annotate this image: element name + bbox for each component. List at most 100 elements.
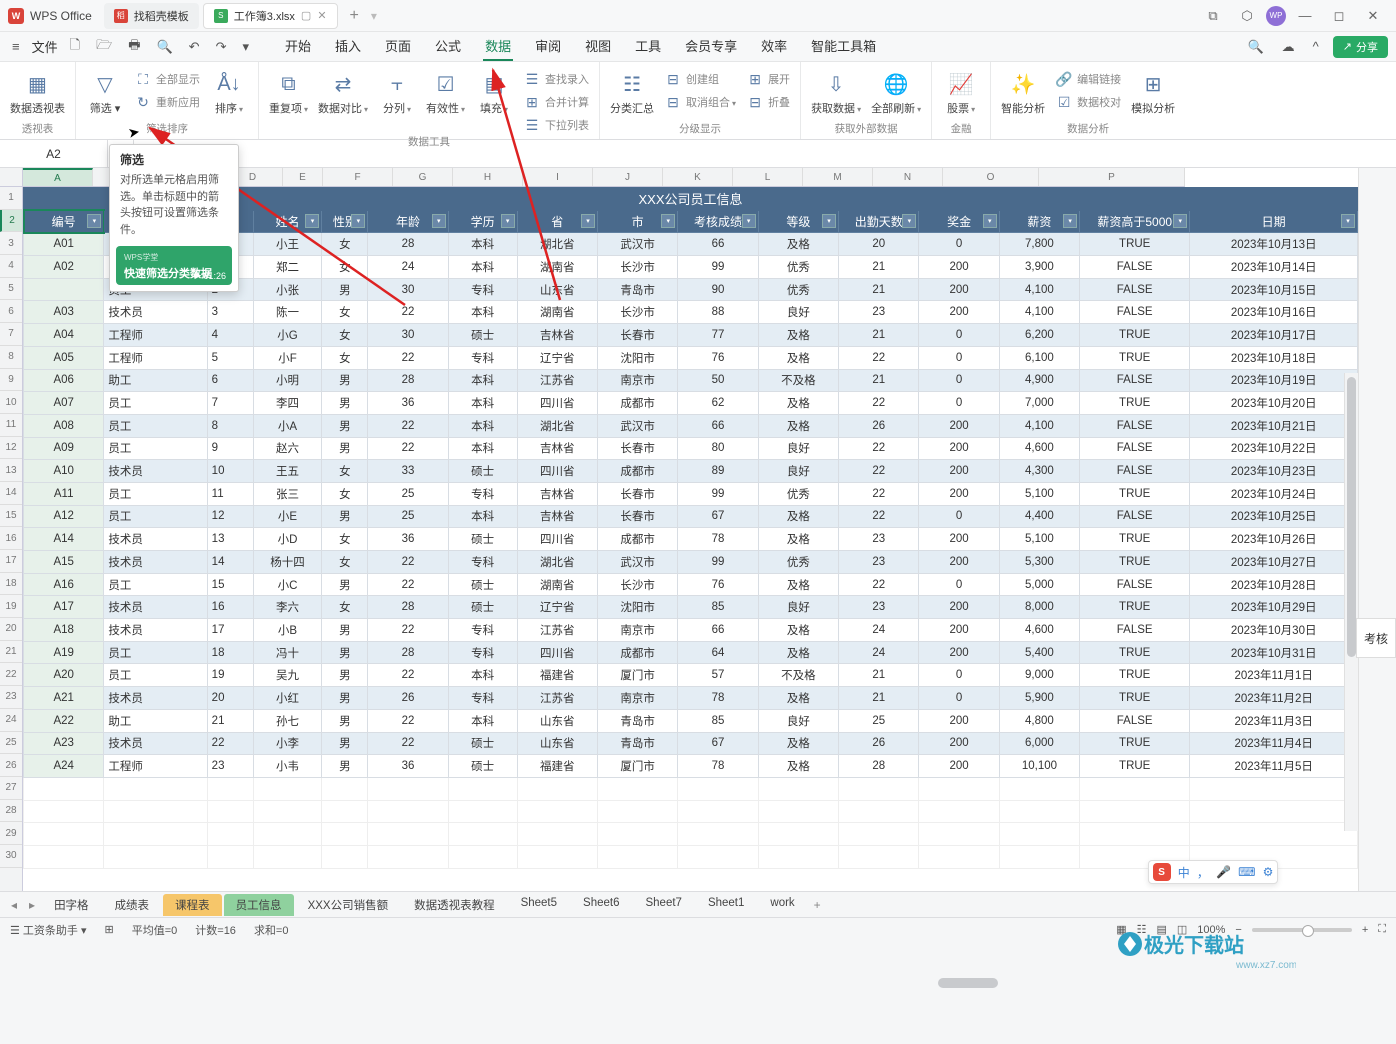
collapse-button[interactable]: ⊟折叠 xyxy=(746,91,790,111)
pivot-table-button[interactable]: ▦ 数据透视表 xyxy=(10,66,65,116)
menu-tab-会员专享[interactable]: 会员专享 xyxy=(683,32,739,61)
group-button[interactable]: ⊟创建组 xyxy=(664,68,736,88)
share-button[interactable]: ↗ 分享 xyxy=(1333,36,1388,58)
table-row[interactable]: A06助工6小明男28本科江苏省南京市50不及格2104,900FALSE202… xyxy=(24,369,1358,392)
window-minimize-icon[interactable]: — xyxy=(1290,4,1320,28)
row-headers[interactable]: 1234567891011121314151617181920212223242… xyxy=(0,187,23,891)
table-row[interactable]: A20员工19吴九男22本科福建省厦门市57不及格2109,000TRUE202… xyxy=(24,664,1358,687)
text-to-columns-button[interactable]: ⫟分列 xyxy=(378,66,416,116)
merge-calc-button[interactable]: ⊞合并计算 xyxy=(523,91,589,111)
tab-options-icon[interactable]: ▢ xyxy=(301,9,311,22)
table-row[interactable]: A16员工15小C男22硕士湖南省长沙市76及格2205,000FALSE202… xyxy=(24,573,1358,596)
reapply-button[interactable]: ↻重新应用 xyxy=(134,91,200,111)
smart-analyze-button[interactable]: ✨智能分析 xyxy=(1001,66,1045,116)
filter-dropdown-icon[interactable]: ▾ xyxy=(983,214,997,228)
table-row[interactable]: A05工程师5小F女22专科辽宁省沈阳市76及格2206,100TRUE2023… xyxy=(24,346,1358,369)
status-icon[interactable]: ⊞ xyxy=(105,923,114,936)
collapse-ribbon-icon[interactable]: ^ xyxy=(1309,36,1323,57)
filter-dropdown-icon[interactable]: ▾ xyxy=(351,214,365,228)
redo-icon[interactable]: ↷ xyxy=(212,36,231,58)
table-row[interactable]: A21技术员20小红男26专科江苏省南京市78及格2105,900TRUE202… xyxy=(24,687,1358,710)
find-entry-button[interactable]: ☰查找录入 xyxy=(523,68,589,88)
sheet-tab[interactable]: Sheet7 xyxy=(633,894,693,916)
undo-icon[interactable]: ↶ xyxy=(185,36,204,58)
sheet-tab[interactable]: 田字格 xyxy=(42,894,101,916)
filter-button[interactable]: ▽ 筛选 ▾ xyxy=(86,66,124,116)
cube-icon[interactable]: ⬡ xyxy=(1232,4,1262,28)
ime-settings-icon[interactable]: ⚙ xyxy=(1263,865,1274,879)
filter-dropdown-icon[interactable]: ▾ xyxy=(305,214,319,228)
menu-tab-开始[interactable]: 开始 xyxy=(283,32,313,61)
duplicates-button[interactable]: ⧉重复项 xyxy=(269,66,308,116)
add-sheet-button[interactable]: + xyxy=(809,898,826,912)
side-panel[interactable] xyxy=(1358,168,1396,891)
sheet-tab[interactable]: Sheet5 xyxy=(509,894,569,916)
filter-dropdown-icon[interactable]: ▾ xyxy=(87,214,101,228)
filter-dropdown-icon[interactable]: ▾ xyxy=(902,214,916,228)
compare-button[interactable]: ⇄数据对比 xyxy=(318,66,368,116)
table-row[interactable]: A10技术员10王五女33硕士四川省成都市89良好222004,300FALSE… xyxy=(24,460,1358,483)
table-row[interactable]: A15技术员14杨十四女22专科湖北省武汉市99优秀232005,300TRUE… xyxy=(24,551,1358,574)
select-all-corner[interactable] xyxy=(0,168,23,187)
refresh-all-button[interactable]: 🌐全部刷新 xyxy=(871,66,921,116)
hamburger-icon[interactable]: ≡ xyxy=(8,36,24,57)
stock-button[interactable]: 📈股票 xyxy=(942,66,980,116)
filter-dropdown-icon[interactable]: ▾ xyxy=(432,214,446,228)
search-icon[interactable]: 🔍 xyxy=(1243,36,1267,58)
table-row[interactable]: A08员工8小A男22本科湖北省武汉市66及格262004,100FALSE20… xyxy=(24,414,1358,437)
show-all-button[interactable]: ⛶全部显示 xyxy=(134,68,200,88)
filter-dropdown-icon[interactable]: ▾ xyxy=(501,214,515,228)
table-row[interactable]: A12员工12小E男25本科吉林省长春市67及格2204,400FALSE202… xyxy=(24,505,1358,528)
subtotal-button[interactable]: ☷分类汇总 xyxy=(610,66,654,116)
filter-dropdown-icon[interactable]: ▾ xyxy=(1173,214,1187,228)
preview-icon[interactable]: 🔍 xyxy=(152,36,176,58)
sheet-nav-first-icon[interactable]: ◂ xyxy=(6,898,22,912)
table-row[interactable]: A24工程师23小韦男36硕士福建省厦门市78及格2820010,100TRUE… xyxy=(24,755,1358,778)
filter-dropdown-icon[interactable]: ▾ xyxy=(1063,214,1077,228)
menu-tab-插入[interactable]: 插入 xyxy=(333,32,363,61)
tooltip-video-card[interactable]: WPS学堂 快速筛选分类数据 ▶ 01:26 xyxy=(116,246,232,285)
ime-mic-icon[interactable]: 🎤 xyxy=(1216,865,1231,879)
file-tab-template[interactable]: 稻 找稻壳模板 xyxy=(104,3,199,29)
fill-button[interactable]: ▤填充 xyxy=(475,66,513,116)
menu-tab-页面[interactable]: 页面 xyxy=(383,32,413,61)
name-box[interactable]: A2 xyxy=(0,140,108,167)
qat-dropdown-icon[interactable]: ▾ xyxy=(238,36,253,58)
new-icon[interactable]: 🗋 xyxy=(66,33,84,61)
file-tab-workbook[interactable]: S 工作簿3.xlsx ▢ ✕ xyxy=(203,3,338,29)
sheet-tab[interactable]: Sheet6 xyxy=(571,894,631,916)
panels-icon[interactable]: ⧉ xyxy=(1198,4,1228,28)
menu-tab-审阅[interactable]: 审阅 xyxy=(533,32,563,61)
table-row[interactable]: A11员工11张三女25专科吉林省长春市99优秀222005,100TRUE20… xyxy=(24,482,1358,505)
ime-toolbar[interactable]: S 中 ， 🎤 ⌨ ⚙ xyxy=(1148,860,1278,884)
sheet-tab[interactable]: Sheet1 xyxy=(696,894,756,916)
tab-dropdown-icon[interactable]: ▾ xyxy=(367,9,381,23)
window-maximize-icon[interactable]: ◻ xyxy=(1324,4,1354,28)
sheet-tab[interactable]: 课程表 xyxy=(163,894,222,916)
validation-button[interactable]: ☑有效性 xyxy=(426,66,465,116)
filter-dropdown-icon[interactable]: ▾ xyxy=(742,214,756,228)
table-row[interactable]: A17技术员16李六女28硕士辽宁省沈阳市85良好232008,000TRUE2… xyxy=(24,596,1358,619)
menu-tab-公式[interactable]: 公式 xyxy=(433,32,463,61)
salary-helper[interactable]: ☰ 工资条助手 ▾ xyxy=(10,922,87,938)
table-row[interactable]: A09员工9赵六男22本科吉林省长春市80良好222004,600FALSE20… xyxy=(24,437,1358,460)
table-row[interactable]: A03技术员3陈一女22本科湖南省长沙市88良好232004,100FALSE2… xyxy=(24,301,1358,324)
sheet-tab[interactable]: 数据透视表教程 xyxy=(402,894,507,916)
ungroup-button[interactable]: ⊟取消组合 xyxy=(664,91,736,111)
ime-punct[interactable]: ， xyxy=(1197,864,1209,881)
menu-tab-视图[interactable]: 视图 xyxy=(583,32,613,61)
sheet-tab[interactable]: 员工信息 xyxy=(224,894,294,916)
table-row[interactable]: A14技术员13小D女36硕士四川省成都市78及格232005,100TRUE2… xyxy=(24,528,1358,551)
filter-dropdown-icon[interactable]: ▾ xyxy=(581,214,595,228)
menu-tab-工具[interactable]: 工具 xyxy=(633,32,663,61)
fullscreen-icon[interactable]: ⛶ xyxy=(1378,923,1386,936)
open-icon[interactable]: 🗁 xyxy=(92,33,116,61)
table-row[interactable]: A18技术员17小B男22专科江苏省南京市66及格242004,600FALSE… xyxy=(24,619,1358,642)
filter-dropdown-icon[interactable]: ▾ xyxy=(661,214,675,228)
verify-button[interactable]: ☑数据校对 xyxy=(1055,91,1121,111)
table-row[interactable]: A22助工21孙七男22本科山东省青岛市85良好252004,800FALSE2… xyxy=(24,709,1358,732)
menu-tab-智能工具箱[interactable]: 智能工具箱 xyxy=(809,32,878,61)
table-row[interactable]: A23技术员22小李男22硕士山东省青岛市67及格262006,000TRUE2… xyxy=(24,732,1358,755)
vertical-scrollbar[interactable] xyxy=(1344,373,1358,831)
table-row[interactable]: A19员工18冯十男28专科四川省成都市64及格242005,400TRUE20… xyxy=(24,641,1358,664)
